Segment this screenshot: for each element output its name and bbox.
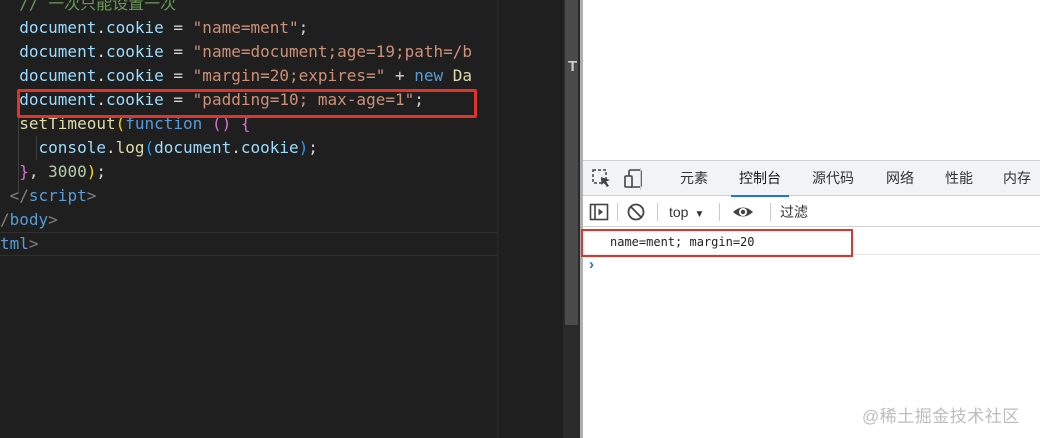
code-token: script — [28, 186, 87, 205]
code-token: "name=ment" — [192, 18, 299, 37]
editor-scrollbar[interactable]: T — [563, 0, 580, 438]
code-token: ; — [298, 18, 309, 37]
tab-performance[interactable]: 性能 — [945, 161, 973, 196]
code-token: . — [96, 66, 106, 85]
code-token: > — [28, 234, 39, 253]
code-token: > — [48, 210, 58, 229]
devtools-tab-bar: 元素 控制台 源代码 网络 性能 内存 — [583, 160, 1040, 197]
code-token: ( — [144, 138, 155, 157]
toolbar-separator — [617, 203, 618, 221]
code-line[interactable]: </script> — [0, 184, 497, 208]
code-line[interactable]: // 一次只能设置一次 — [0, 0, 497, 16]
code-token: = — [163, 18, 193, 37]
code-lines[interactable]: // 一次只能设置一次 document.cookie = "name=ment… — [0, 0, 497, 256]
filter-input[interactable]: 过滤 — [780, 197, 808, 227]
tab-console[interactable]: 控制台 — [731, 161, 789, 197]
code-token: . — [231, 138, 241, 157]
eye-icon[interactable] — [732, 202, 754, 222]
code-token: 3000 — [48, 162, 87, 181]
context-selector[interactable]: top ▼ — [669, 197, 704, 227]
code-token: . — [96, 42, 106, 61]
code-token: </ — [0, 186, 29, 205]
clear-console-icon[interactable] — [626, 202, 646, 222]
toolbar-separator — [770, 203, 771, 221]
scroll-position-marker: T — [568, 58, 578, 75]
code-token: ; — [308, 138, 318, 157]
code-token: . — [105, 138, 116, 157]
editor-highlight-box — [17, 89, 477, 118]
device-toggle-icon[interactable] — [623, 168, 645, 190]
toolbar-separator — [719, 203, 720, 221]
code-token: = — [163, 66, 193, 85]
code-token: new — [414, 66, 444, 85]
code-token: . — [96, 18, 106, 37]
code-token: "margin=20;expires=" — [192, 66, 386, 85]
tab-sources[interactable]: 源代码 — [812, 161, 854, 196]
code-token: tml — [0, 234, 29, 253]
code-editor[interactable]: // 一次只能设置一次 document.cookie = "name=ment… — [0, 0, 497, 438]
code-token: ) — [86, 162, 97, 181]
tab-elements[interactable]: 元素 — [680, 161, 708, 196]
sidebar-toggle-icon[interactable] — [589, 202, 609, 222]
code-token: console — [38, 138, 106, 157]
code-token: ; — [96, 162, 106, 181]
code-token: ) — [298, 138, 309, 157]
code-token: > — [86, 186, 97, 205]
code-token: } — [19, 162, 29, 181]
inspect-icon[interactable] — [591, 168, 613, 190]
code-line[interactable]: console.log(document.cookie); — [0, 136, 497, 160]
console-prompt-icon[interactable]: › — [589, 256, 594, 273]
code-token: + — [385, 66, 415, 85]
code-token: document — [19, 66, 97, 85]
tab-memory[interactable]: 内存 — [1003, 161, 1031, 196]
code-token: cookie — [105, 66, 164, 85]
code-token: cookie — [105, 42, 164, 61]
code-line[interactable]: document.cookie = "name=ment"; — [0, 16, 497, 40]
code-token: / — [0, 210, 10, 229]
tab-separator — [640, 168, 641, 190]
code-token: document — [154, 138, 232, 157]
toolbar-separator — [657, 203, 658, 221]
watermark: @稀土掘金技术社区 — [862, 407, 1020, 426]
code-line[interactable]: document.cookie = "margin=20;expires=" +… — [0, 64, 497, 88]
devtools-panel: 元素 控制台 源代码 网络 性能 内存 top ▼ 过滤 name=ment; … — [581, 0, 1040, 438]
code-line[interactable]: document.cookie = "name=document;age=19;… — [0, 40, 497, 64]
code-line[interactable]: /body> — [0, 208, 497, 232]
code-token: Da — [452, 66, 473, 85]
code-token: cookie — [105, 18, 164, 37]
console-toolbar: top ▼ 过滤 — [583, 197, 1040, 227]
code-token: log — [115, 138, 145, 157]
code-token: "name=document;age=19;path=/b — [192, 42, 473, 61]
tab-network[interactable]: 网络 — [886, 161, 914, 196]
code-token: document — [19, 42, 97, 61]
code-token: cookie — [240, 138, 299, 157]
dropdown-arrow-icon: ▼ — [694, 209, 705, 220]
minimap[interactable] — [497, 0, 563, 438]
code-token: body — [9, 210, 49, 229]
code-line[interactable]: tml> — [0, 232, 497, 256]
code-token: = — [163, 42, 193, 61]
console-highlight-box — [581, 229, 853, 257]
code-line[interactable]: }, 3000); — [0, 160, 497, 184]
code-token: // 一次只能设置一次 — [19, 0, 177, 13]
code-token: , — [28, 162, 49, 181]
context-value: top — [669, 204, 689, 220]
scrollbar-thumb[interactable] — [565, 0, 578, 325]
code-token: document — [19, 18, 97, 37]
